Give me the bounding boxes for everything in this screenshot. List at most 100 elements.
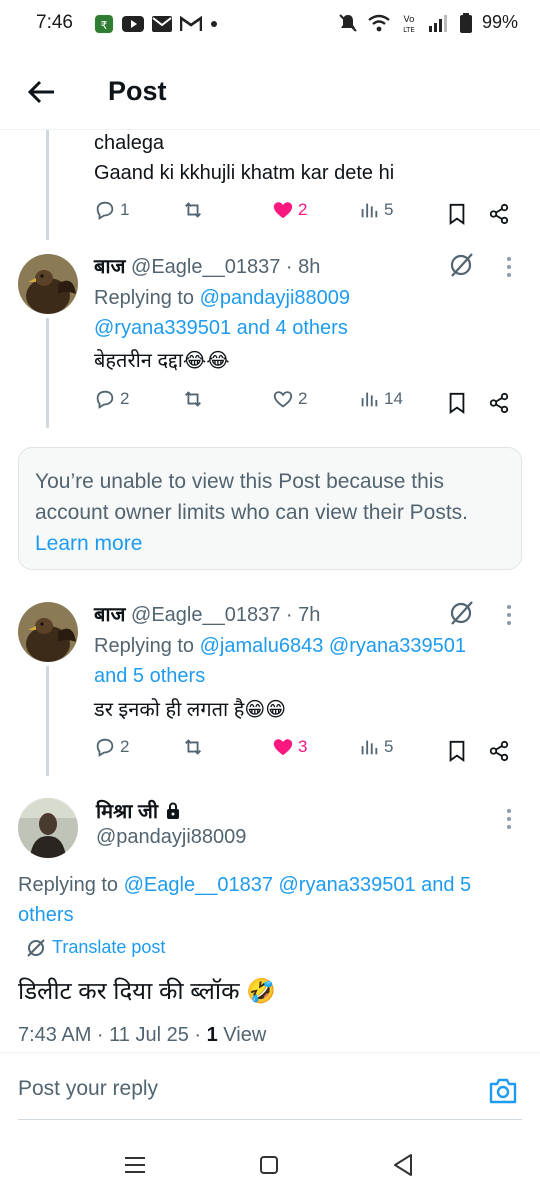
view-count: 5 — [384, 200, 394, 219]
thread-line — [46, 318, 49, 428]
grok-icon[interactable] — [448, 252, 474, 278]
back-arrow-icon[interactable] — [24, 74, 60, 110]
status-bar: 7:46 ₹ Vo LTE 99% — [0, 0, 540, 50]
thread-line — [46, 130, 49, 240]
author-row: बाज @Eagle__01837 · 7h — [94, 600, 320, 627]
replying-prefix: Replying to — [18, 874, 119, 896]
like-button[interactable]: 2 — [272, 199, 307, 221]
volte-icon: VoLTE — [403, 15, 415, 33]
reply-count: 1 — [120, 200, 130, 219]
grok-icon[interactable] — [448, 600, 474, 626]
mention-link[interactable]: @Eagle__01837 @ryana339501 and 5 — [124, 874, 472, 896]
repost-button[interactable] — [182, 388, 204, 410]
views-button[interactable]: 14 — [358, 388, 403, 410]
post-text: डिलीट कर दिया की ब्लॉक 🤣 — [18, 978, 277, 1005]
like-button[interactable]: 2 — [272, 388, 307, 410]
reply-icon — [96, 201, 114, 220]
author-name[interactable]: बाज — [94, 256, 125, 278]
repost-button[interactable] — [182, 736, 204, 758]
replying-to: Replying to @Eagle__01837 @ryana339501 a… — [18, 870, 471, 900]
reply-button[interactable]: 1 — [94, 199, 129, 221]
avatar[interactable] — [18, 254, 78, 314]
svg-text:Vo: Vo — [403, 15, 414, 25]
back-triangle-icon[interactable] — [392, 1153, 414, 1177]
notice-text: You’re unable to view this Post because … — [35, 470, 469, 524]
mention-link[interactable]: @jamalu6843 @ryana339501 — [200, 635, 466, 657]
learn-more-link[interactable]: Learn more — [35, 532, 142, 555]
more-vertical-icon[interactable] — [504, 808, 514, 830]
views-button[interactable]: 5 — [358, 199, 393, 221]
like-button[interactable]: 3 — [272, 736, 307, 758]
top-bar: Post — [0, 50, 540, 130]
grok-icon — [27, 938, 45, 957]
mention-link[interactable]: and 5 others — [94, 661, 205, 691]
replying-to: Replying to @jamalu6843 @ryana339501 — [94, 631, 466, 661]
avatar[interactable] — [18, 602, 78, 662]
camera-icon[interactable] — [488, 1077, 518, 1105]
views-icon — [361, 392, 378, 407]
repost-button[interactable] — [182, 199, 204, 221]
reply-input[interactable]: Post your reply — [18, 1077, 158, 1101]
post-text-line: chalega — [94, 132, 165, 154]
more-vertical-icon[interactable] — [504, 256, 514, 278]
bookmark-icon[interactable] — [446, 740, 468, 762]
profile-avatar-icon — [18, 798, 78, 858]
view-count: 5 — [384, 737, 394, 756]
replying-prefix: Replying to — [94, 287, 195, 309]
translate-link[interactable]: Translate post — [52, 937, 165, 958]
post-time: · 7h — [285, 604, 321, 626]
post-text-line: Gaand ki kkhujli khatm kar dete hi — [94, 162, 395, 184]
share-icon[interactable] — [488, 392, 510, 414]
restricted-post-notice: You’re unable to view this Post because … — [18, 447, 522, 570]
page-title: Post — [108, 76, 167, 106]
post-actions: 1 2 5 — [94, 199, 514, 229]
menu-icon[interactable] — [124, 1156, 146, 1174]
reply-icon — [96, 390, 114, 409]
post-meta: 7:43 AM · 11 Jul 25 · 1 View — [18, 1024, 266, 1047]
author-handle[interactable]: @Eagle__01837 — [131, 256, 280, 278]
mention-link[interactable]: @ryana339501 and 4 others — [94, 313, 348, 343]
author-name[interactable]: बाज — [94, 604, 125, 626]
reply-count: 2 — [120, 737, 130, 756]
author-name[interactable]: मिश्रा जी — [96, 797, 158, 824]
home-square-icon[interactable] — [259, 1155, 279, 1175]
reply-count: 2 — [120, 389, 130, 408]
mute-icon — [339, 13, 357, 32]
share-icon[interactable] — [488, 740, 510, 762]
mention-link[interactable]: others — [18, 900, 74, 930]
bookmark-icon[interactable] — [446, 392, 468, 414]
bookmark-icon[interactable] — [446, 203, 468, 225]
app-icon: ₹ — [95, 15, 113, 33]
author-handle[interactable]: @Eagle__01837 — [131, 604, 280, 626]
view-count: 14 — [384, 389, 403, 408]
like-count: 2 — [298, 389, 308, 408]
post-timestamp: 7:43 AM · 11 Jul 25 · — [18, 1024, 207, 1046]
wifi-icon — [368, 14, 390, 31]
share-icon[interactable] — [488, 203, 510, 225]
status-time: 7:46 — [36, 12, 73, 33]
repost-icon — [185, 739, 201, 755]
lock-icon — [167, 802, 180, 819]
heart-icon — [273, 391, 293, 408]
reply-bar: Post your reply — [0, 1052, 540, 1122]
svg-text:LTE: LTE — [403, 26, 415, 33]
like-count: 2 — [298, 200, 308, 219]
divider — [18, 1119, 522, 1120]
repost-icon — [185, 391, 201, 407]
translate-post[interactable]: Translate post — [26, 937, 165, 958]
more-vertical-icon[interactable] — [504, 604, 514, 626]
author-handle[interactable]: @pandayji88009 — [96, 826, 246, 849]
reply-icon — [96, 738, 114, 757]
author-row: बाज @Eagle__01837 · 8h — [94, 252, 320, 279]
reply-button[interactable]: 2 — [94, 736, 129, 758]
post-time: · 8h — [285, 256, 321, 278]
reply-button[interactable]: 2 — [94, 388, 129, 410]
like-count: 3 — [298, 737, 308, 756]
views-button[interactable]: 5 — [358, 736, 393, 758]
avatar[interactable] — [18, 798, 78, 858]
battery-icon — [459, 12, 472, 33]
mention-link[interactable]: @pandayji88009 — [200, 287, 350, 309]
views-icon — [361, 740, 378, 755]
view-label: View — [217, 1024, 267, 1046]
heart-filled-icon — [273, 739, 293, 756]
